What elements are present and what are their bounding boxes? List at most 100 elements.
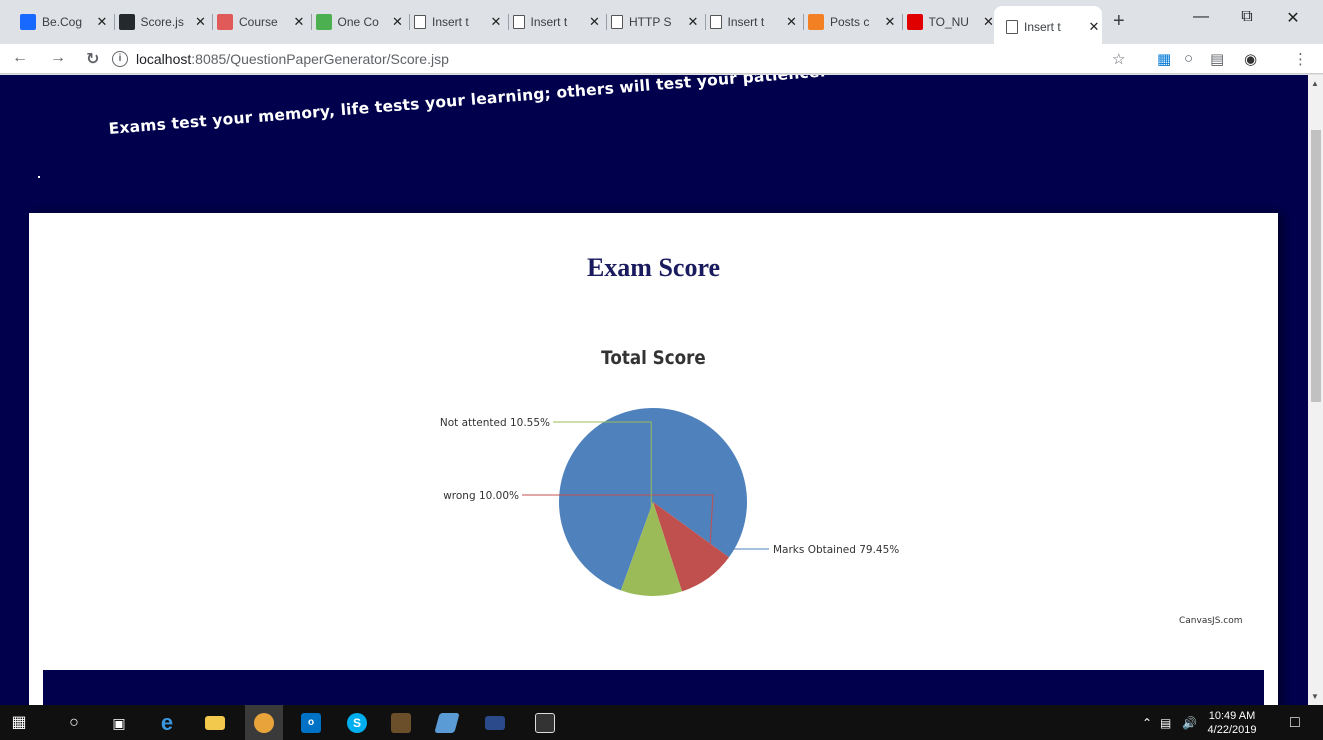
tab-title: Insert t (727, 15, 765, 29)
minimize-button[interactable]: — (1178, 8, 1224, 26)
windows-taskbar: ▦ ○ ▣ e o S ⌃ ▤ 🔊 10:49 AM 4/22/2019 □ (0, 705, 1323, 740)
search-circle-icon: ○ (69, 713, 79, 731)
tab-separator (803, 14, 804, 30)
outlook-button[interactable]: o (292, 705, 330, 740)
clock-date: 4/22/2019 (1207, 724, 1257, 736)
windows-extension-icon[interactable]: ▦ (1157, 50, 1171, 68)
slice-label: Not attented 10.55% (440, 417, 550, 429)
tab-close-icon[interactable]: ✕ (94, 14, 110, 30)
reload-icon[interactable]: ↻ (86, 49, 99, 69)
course-icon (217, 14, 233, 30)
browser-toolbar: ← → ↻ i localhost:8085/QuestionPaperGene… (0, 44, 1323, 74)
address-bar[interactable]: i localhost:8085/QuestionPaperGenerator/… (112, 47, 1112, 71)
screen-app-icon (485, 715, 505, 730)
browser-tab[interactable]: Insert t ✕ (709, 10, 800, 34)
volume-icon[interactable]: 🔊 (1182, 705, 1197, 740)
close-window-button[interactable]: ✕ (1270, 8, 1316, 28)
info-icon[interactable]: i (112, 51, 128, 67)
task-view-button[interactable]: ▣ (100, 705, 138, 740)
app-button[interactable] (382, 705, 420, 740)
document-icon (414, 15, 426, 29)
oracle-icon (906, 14, 923, 30)
start-button[interactable]: ▦ (0, 705, 38, 740)
url-host: localhost (136, 51, 192, 67)
circle-extension-icon[interactable]: ○ (1184, 50, 1193, 67)
folder-icon (205, 715, 225, 730)
header-quote: Exams test your memory, life tests your … (108, 75, 827, 138)
browser-tab[interactable]: One Co ✕ (315, 10, 406, 34)
tab-close-icon[interactable]: ✕ (587, 14, 603, 30)
notes-icon (434, 712, 460, 733)
document-icon (611, 15, 623, 29)
app-icon (391, 712, 411, 733)
tab-close-icon[interactable]: ✕ (390, 14, 406, 30)
browser-tab[interactable]: HTTP S ✕ (611, 10, 701, 34)
chrome-icon (254, 712, 274, 733)
browser-tab[interactable]: TO_NU ✕ (906, 10, 997, 34)
tab-title: Posts c (830, 15, 870, 29)
system-clock[interactable]: 10:49 AM 4/22/2019 (1202, 709, 1262, 737)
search-button[interactable]: ○ (55, 705, 93, 740)
skype-icon: S (347, 712, 367, 733)
tab-separator (901, 14, 903, 30)
clipboard-extension-icon[interactable]: ▤ (1210, 50, 1224, 68)
tab-close-icon[interactable]: ✕ (882, 14, 898, 30)
show-hidden-icons[interactable]: ⌃ (1142, 705, 1152, 740)
tab-separator (606, 14, 607, 30)
notes-button[interactable] (428, 705, 466, 740)
scroll-up-arrow-icon[interactable]: ▲ (1311, 79, 1319, 88)
menu-icon[interactable]: ⋮ (1293, 50, 1308, 68)
browser-tab[interactable]: Posts c ✕ (808, 10, 898, 34)
tab-close-icon[interactable]: ✕ (1086, 19, 1102, 35)
pie-chart: Marks Obtained 79.45% wrong 10.00% Not att… (440, 408, 899, 596)
tab-title: Insert t (530, 15, 568, 29)
tab-close-icon[interactable]: ✕ (784, 14, 800, 30)
tab-separator (409, 14, 410, 30)
calculator-button[interactable] (526, 705, 564, 740)
onecompiler-icon (315, 14, 332, 30)
browser-tab[interactable]: Insert t ✕ (414, 10, 504, 34)
tab-title: Course (239, 15, 278, 29)
edge-icon: e (160, 709, 174, 735)
tab-title: Insert t (432, 15, 469, 29)
screen-app-button[interactable] (476, 705, 514, 740)
browser-tab[interactable]: Course ✕ (217, 10, 307, 34)
tab-title: Be.Cog (42, 15, 83, 29)
tab-separator (507, 14, 509, 30)
chrome-button[interactable] (245, 705, 283, 740)
back-icon[interactable]: ← (12, 49, 28, 67)
browser-tab[interactable]: Insert t ✕ (512, 10, 603, 34)
tab-separator (310, 14, 312, 30)
file-explorer-button[interactable] (196, 705, 234, 740)
forward-icon[interactable]: → (50, 49, 66, 67)
stackoverflow-icon (808, 14, 824, 30)
new-tab-button[interactable]: + (1113, 10, 1125, 33)
document-icon (709, 15, 722, 29)
scroll-down-arrow-icon[interactable]: ▼ (1311, 692, 1319, 701)
bookmark-star-icon[interactable]: ☆ (1112, 50, 1125, 68)
github-icon (118, 14, 135, 30)
tab-close-icon[interactable]: ✕ (488, 14, 504, 30)
browser-tab[interactable]: Score.js ✕ (118, 10, 209, 34)
action-center-icon[interactable]: □ (1290, 705, 1300, 740)
url-path: :8085/QuestionPaperGenerator/Score.jsp (191, 51, 449, 67)
restore-button[interactable]: ⧉ (1224, 8, 1270, 26)
vertical-scrollbar[interactable]: ▲ ▼ (1308, 75, 1323, 705)
tab-close-icon[interactable]: ✕ (685, 14, 701, 30)
profile-avatar[interactable]: ◉ (1244, 50, 1257, 68)
scrollbar-thumb[interactable] (1311, 130, 1321, 402)
clock-time: 10:49 AM (1208, 710, 1256, 722)
network-icon[interactable]: ▤ (1160, 705, 1171, 740)
tab-separator (704, 14, 706, 30)
skype-button[interactable]: S (338, 705, 376, 740)
edge-button[interactable]: e (148, 705, 186, 740)
tab-title: TO_NU (928, 15, 969, 29)
document-icon (1006, 20, 1018, 34)
browser-tab[interactable]: Be.Cog ✕ (20, 10, 110, 34)
score-card: Exam Score Total Score Marks Obtained 79… (29, 213, 1278, 705)
tab-close-icon[interactable]: ✕ (291, 14, 307, 30)
tab-close-icon[interactable]: ✕ (193, 14, 209, 30)
chart-credit[interactable]: CanvasJS.com (1179, 616, 1242, 626)
tab-strip: + — ⧉ ✕ Be.Cog ✕ Score.js ✕ Course ✕ One Co ✕ In… (0, 0, 1323, 44)
browser-tab[interactable]: Insert t ✕ (994, 6, 1102, 44)
